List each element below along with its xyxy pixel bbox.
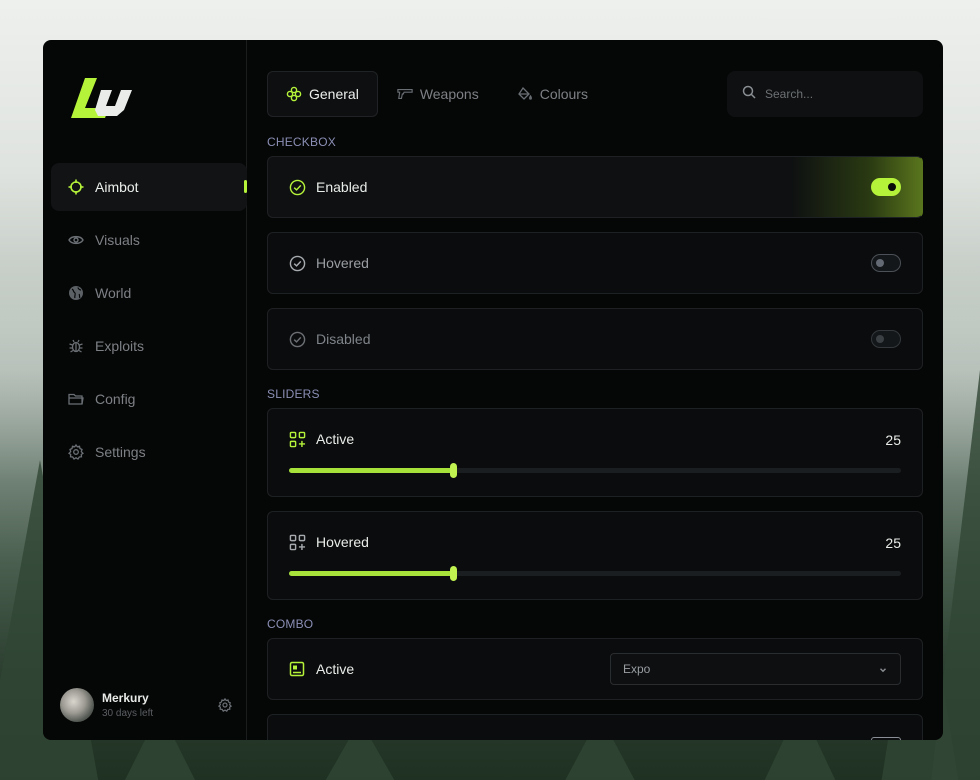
sidebar-item-label: World <box>95 285 132 301</box>
tab-colours[interactable]: Colours <box>498 71 607 117</box>
sidebar-item-visuals[interactable]: Visuals <box>51 216 247 264</box>
slider-label: Hovered <box>316 534 369 550</box>
avatar <box>60 688 94 722</box>
brand-logo <box>71 76 137 120</box>
section-title-checkbox: CHECKBOX <box>267 135 336 149</box>
sidebar-item-config[interactable]: Config <box>51 375 247 423</box>
chevron-down-icon <box>878 664 888 674</box>
gear-icon[interactable] <box>217 697 233 712</box>
check-circle-icon <box>289 254 307 272</box>
eye-icon <box>67 231 85 249</box>
checkbox-label: Enabled <box>316 179 368 195</box>
sidebar-item-label: Exploits <box>95 338 145 354</box>
section-title-combo: COMBO <box>267 617 314 631</box>
search-icon <box>742 85 756 104</box>
slider-value: 25 <box>885 535 901 551</box>
toggle-switch[interactable] <box>871 330 901 348</box>
sidebar-item-label: Config <box>95 391 136 407</box>
slider-track[interactable] <box>289 566 901 581</box>
sidebar-item-settings[interactable]: Settings <box>51 428 247 476</box>
slider-row-active: Active 25 <box>267 408 923 497</box>
sidebar-item-aimbot[interactable]: Aimbot <box>51 163 247 211</box>
slider-row-hovered: Hovered 25 <box>267 511 923 600</box>
sidebar-item-label: Visuals <box>95 232 140 248</box>
crosshair-icon <box>67 178 85 196</box>
search-input[interactable] <box>765 87 905 101</box>
sidebar-nav: Aimbot Visuals World Exploits Config Set… <box>51 163 247 481</box>
tab-label: Colours <box>539 86 588 102</box>
checkbox-row-hovered[interactable]: Hovered <box>267 232 923 294</box>
grid-plus-icon <box>289 533 307 551</box>
combo-label: Active <box>316 661 355 677</box>
tab-label: General <box>309 86 359 102</box>
bug-icon <box>67 337 85 355</box>
sidebar-item-label: Aimbot <box>95 179 139 195</box>
app-window: Aimbot Visuals World Exploits Config Set… <box>43 40 943 740</box>
slider-fill <box>289 468 454 473</box>
main-panel: General Weapons Colours CHECKBOX <box>247 40 943 740</box>
id-card-icon <box>289 660 307 678</box>
flower-icon <box>286 86 302 102</box>
globe-icon <box>67 284 85 302</box>
slider-thumb[interactable] <box>450 566 458 581</box>
slider-track[interactable] <box>289 463 901 478</box>
tab-weapons[interactable]: Weapons <box>378 71 498 117</box>
paint-bucket-icon <box>517 86 533 102</box>
combo-row-partial <box>267 714 923 740</box>
check-circle-icon <box>289 330 307 348</box>
section-title-sliders: SLIDERS <box>267 387 320 401</box>
sidebar-item-exploits[interactable]: Exploits <box>51 322 247 370</box>
combo-row-active: Active Expo <box>267 638 923 700</box>
slider-thumb[interactable] <box>450 463 458 478</box>
combo-select[interactable] <box>871 737 901 740</box>
pistol-icon <box>397 86 413 102</box>
tab-general[interactable]: General <box>267 71 378 117</box>
combo-select[interactable]: Expo <box>610 653 901 685</box>
folder-icon <box>67 390 85 408</box>
toggle-switch[interactable] <box>871 254 901 272</box>
slider-value: 25 <box>885 432 901 448</box>
checkbox-row-disabled[interactable]: Disabled <box>267 308 923 370</box>
tab-bar: General Weapons Colours <box>267 71 607 117</box>
sidebar-item-label: Settings <box>95 444 146 460</box>
grid-plus-icon <box>289 430 307 448</box>
slider-fill <box>289 571 454 576</box>
check-circle-icon <box>289 178 307 196</box>
user-name: Merkury <box>102 691 149 705</box>
toggle-switch[interactable] <box>871 178 901 196</box>
select-value: Expo <box>623 662 651 676</box>
slider-label: Active <box>316 431 355 447</box>
sidebar: Aimbot Visuals World Exploits Config Set… <box>43 40 247 740</box>
user-profile[interactable]: Merkury 30 days left <box>60 686 234 724</box>
checkbox-label: Disabled <box>316 331 371 347</box>
tab-label: Weapons <box>419 86 479 102</box>
checkbox-row-enabled[interactable]: Enabled <box>267 156 923 218</box>
search-box[interactable] <box>727 71 923 117</box>
subscription-status: 30 days left <box>102 708 154 719</box>
sidebar-item-world[interactable]: World <box>51 269 247 317</box>
gear-icon <box>67 443 85 461</box>
checkbox-label: Hovered <box>316 255 369 271</box>
